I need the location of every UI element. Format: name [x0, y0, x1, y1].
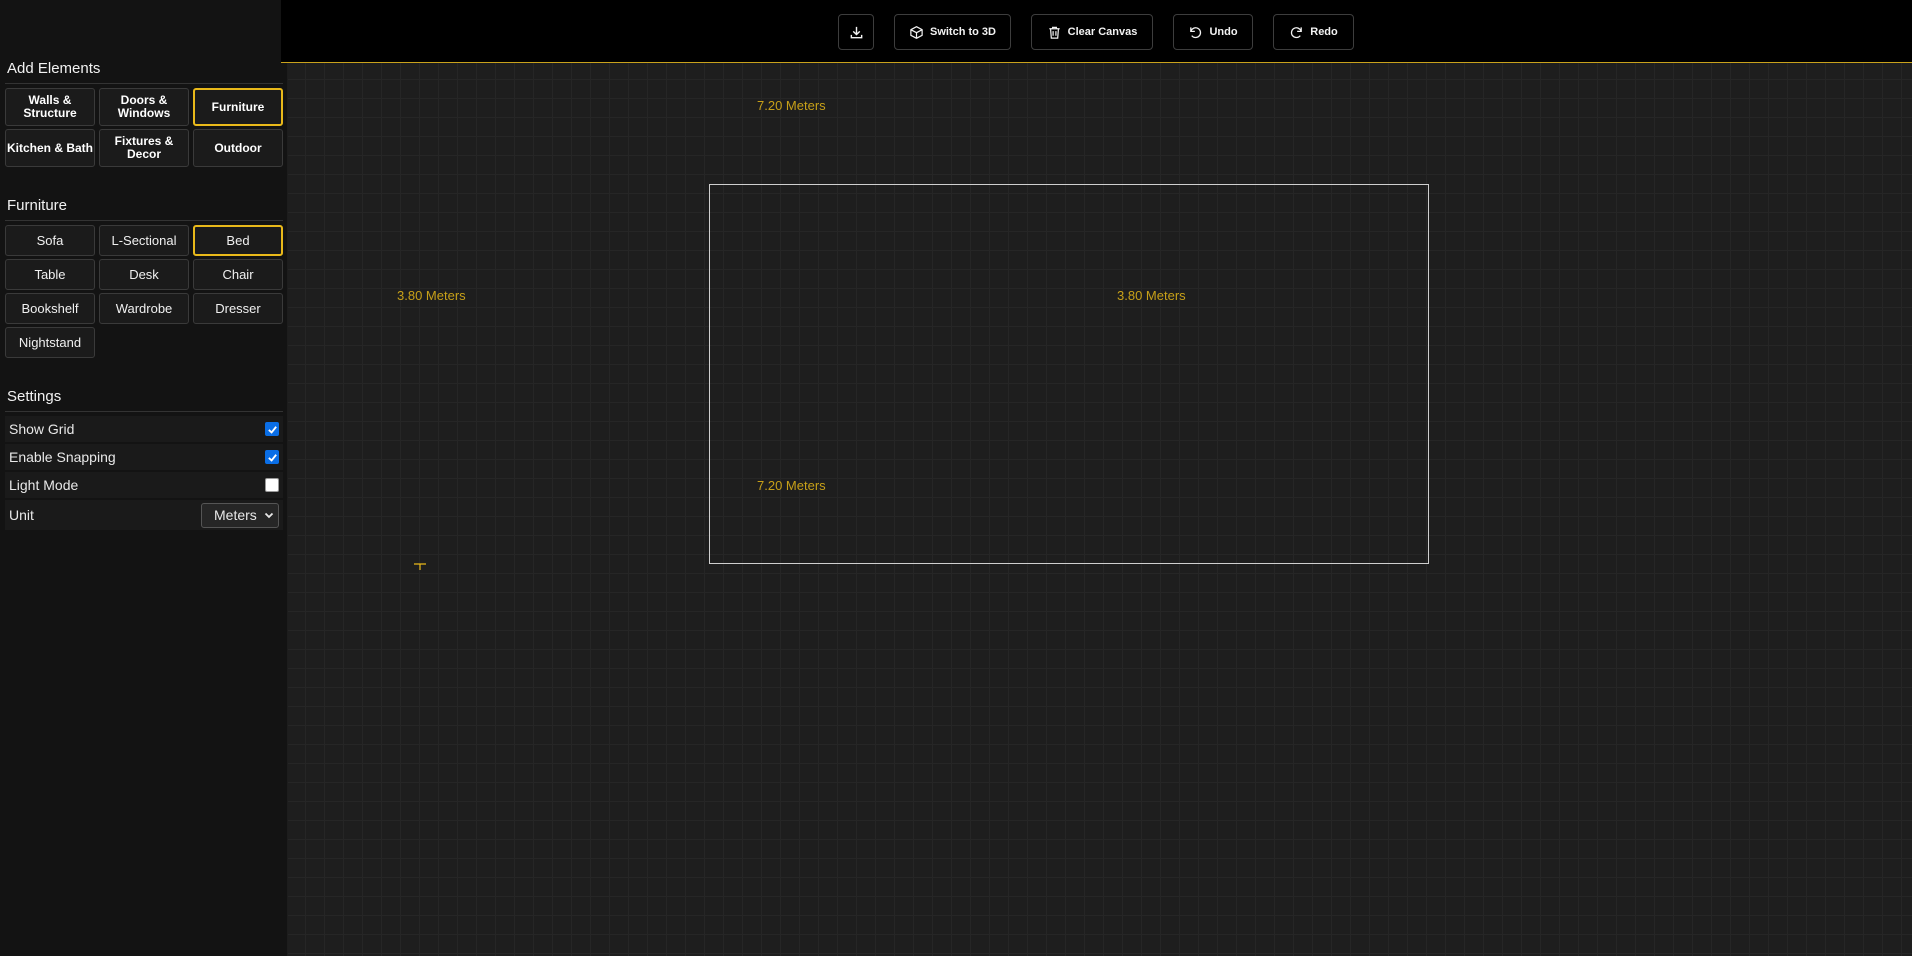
furniture-nightstand-button[interactable]: Nightstand [5, 327, 95, 358]
furniture-l-sectional-button[interactable]: L-Sectional [99, 225, 189, 256]
enable-snapping-checkbox[interactable] [265, 450, 279, 464]
furniture-wardrobe-button[interactable]: Wardrobe [99, 293, 189, 324]
furniture-dresser-button[interactable]: Dresser [193, 293, 283, 324]
redo-button[interactable]: Redo [1273, 14, 1354, 50]
category-outdoor-button[interactable]: Outdoor [193, 129, 283, 167]
unit-select[interactable]: Meters [201, 502, 279, 528]
setting-unit: Unit Meters [5, 500, 283, 530]
settings-list: Show Grid Enable Snapping Light Mode Uni… [5, 416, 283, 530]
add-elements-title: Add Elements [5, 56, 283, 84]
room-top-dimension-label: 7.20 Meters [757, 98, 826, 113]
furniture-chair-button[interactable]: Chair [193, 259, 283, 290]
cube-icon [910, 25, 923, 39]
checkmark-icon [267, 425, 277, 434]
furniture-bed-button[interactable]: Bed [193, 225, 283, 256]
corner-handle-icon[interactable] [414, 558, 426, 570]
undo-icon [1190, 26, 1202, 38]
furniture-sofa-button[interactable]: Sofa [5, 225, 95, 256]
show-grid-checkbox[interactable] [265, 422, 279, 436]
light-mode-checkbox[interactable] [265, 478, 279, 492]
room-outline[interactable] [709, 184, 1429, 564]
drawing-canvas[interactable]: 7.20 Meters 7.20 Meters 3.80 Meters 3.80… [288, 63, 1912, 956]
redo-label: Redo [1310, 26, 1338, 38]
trash-icon [1048, 26, 1060, 39]
download-icon [850, 26, 862, 38]
undo-label: Undo [1209, 26, 1238, 38]
setting-light-mode: Light Mode [5, 472, 283, 498]
furniture-desk-button[interactable]: Desk [99, 259, 189, 290]
download-button[interactable] [838, 14, 874, 50]
category-grid: Walls & Structure Doors & Windows Furnit… [5, 88, 283, 167]
sidebar: Add Elements Walls & Structure Doors & W… [0, 0, 288, 956]
room-right-dimension-label: 3.80 Meters [1117, 288, 1186, 303]
undo-button[interactable]: Undo [1173, 14, 1253, 50]
category-furniture-button[interactable]: Furniture [193, 88, 283, 126]
setting-label: Show Grid [9, 421, 75, 437]
unit-select-value: Meters [214, 507, 257, 523]
setting-show-grid: Show Grid [5, 416, 283, 442]
category-walls-structure-button[interactable]: Walls & Structure [5, 88, 95, 126]
settings-section-title: Settings [5, 384, 283, 412]
top-toolbar: Switch to 3D Clear Canvas Undo Redo [281, 0, 1912, 63]
furniture-table-button[interactable]: Table [5, 259, 95, 290]
switch-to-3d-button[interactable]: Switch to 3D [894, 14, 1011, 50]
checkmark-icon [267, 453, 277, 462]
category-fixtures-decor-button[interactable]: Fixtures & Decor [99, 129, 189, 167]
setting-label: Enable Snapping [9, 449, 116, 465]
chevron-down-icon [264, 512, 274, 519]
furniture-bookshelf-button[interactable]: Bookshelf [5, 293, 95, 324]
room-left-dimension-label: 3.80 Meters [397, 288, 466, 303]
redo-icon [1291, 26, 1303, 38]
switch-to-3d-label: Switch to 3D [929, 26, 996, 38]
furniture-section-title: Furniture [5, 193, 283, 221]
category-kitchen-bath-button[interactable]: Kitchen & Bath [5, 129, 95, 167]
room-bottom-dimension-label: 7.20 Meters [757, 478, 826, 493]
setting-enable-snapping: Enable Snapping [5, 444, 283, 470]
setting-label: Light Mode [9, 477, 79, 493]
furniture-grid: Sofa L-Sectional Bed Table Desk Chair Bo… [5, 225, 283, 358]
clear-canvas-button[interactable]: Clear Canvas [1031, 14, 1153, 50]
unit-label: Unit [9, 507, 34, 523]
category-doors-windows-button[interactable]: Doors & Windows [99, 88, 189, 126]
clear-canvas-label: Clear Canvas [1067, 26, 1138, 38]
